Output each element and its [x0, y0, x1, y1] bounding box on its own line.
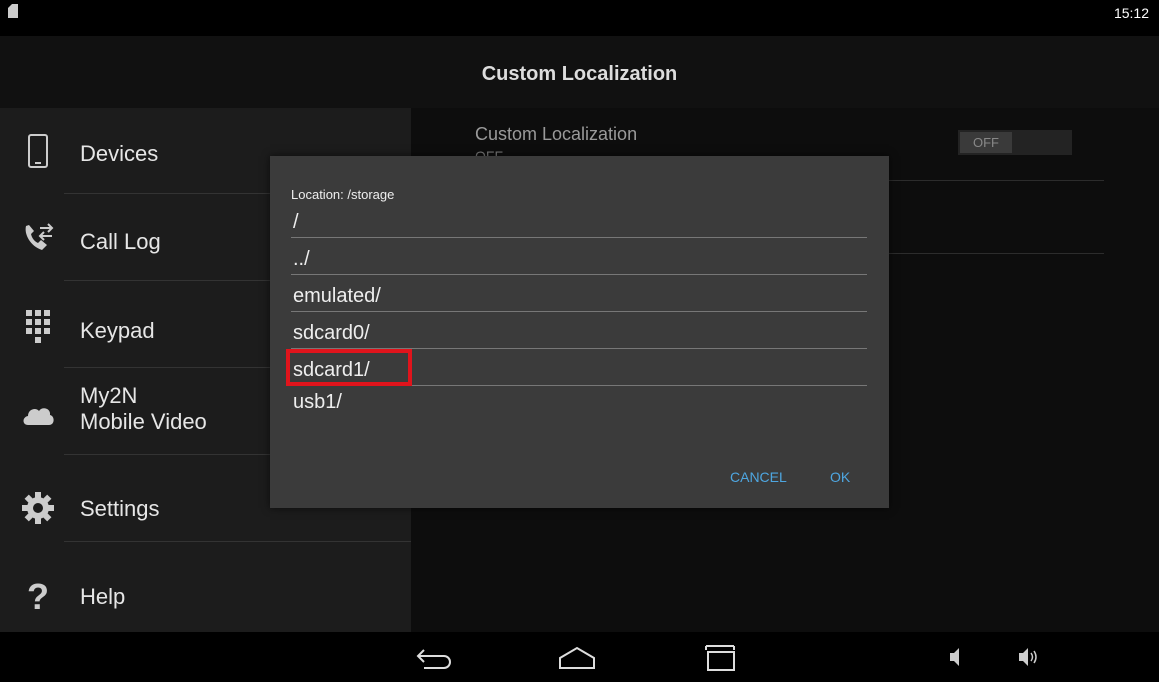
file-picker-dialog: Location: /storage / ../ emulated/ sdcar… — [270, 156, 889, 508]
toggle-knob: OFF — [960, 132, 1012, 153]
entry-label: usb1/ — [293, 391, 342, 413]
divider — [64, 541, 411, 542]
sidebar-item-label: Call Log — [80, 229, 161, 254]
call-log-icon — [25, 223, 54, 250]
page-title: Custom Localization — [481, 63, 678, 85]
back-icon[interactable] — [414, 640, 454, 674]
entry-label: ../ — [293, 248, 310, 270]
list-item[interactable]: sdcard0/ — [291, 312, 867, 349]
list-item[interactable]: usb1/ — [291, 386, 867, 421]
status-bar: 15:12 — [0, 0, 1159, 36]
entry-label: / — [293, 211, 299, 233]
svg-text:?: ? — [27, 577, 49, 613]
selection-highlight — [286, 349, 412, 386]
localization-toggle[interactable]: OFF — [958, 130, 1072, 155]
sidebar-item-label: Help — [80, 584, 126, 609]
list-item[interactable]: emulated/ — [291, 275, 867, 312]
entry-label: sdcard0/ — [293, 322, 370, 344]
recents-icon[interactable] — [702, 640, 742, 674]
title-bar: Custom Localization — [0, 36, 1159, 108]
home-icon[interactable] — [557, 640, 597, 674]
sidebar-item-label: Keypad — [80, 318, 155, 343]
gear-icon — [22, 492, 54, 524]
sidebar-item-label: Devices — [80, 141, 159, 166]
question-icon: ? — [27, 577, 49, 613]
volume-down-icon[interactable] — [946, 640, 966, 674]
sdcard-icon — [8, 4, 18, 18]
setting-title: Custom Localization — [475, 124, 638, 144]
sidebar-item-label: Settings — [80, 496, 160, 521]
clock: 15:12 — [1113, 5, 1149, 21]
list-item[interactable]: ../ — [291, 238, 867, 275]
volume-up-icon[interactable] — [1016, 640, 1042, 674]
sidebar-item-help[interactable]: ? Help — [0, 543, 411, 629]
location-label: Location: /storage — [291, 187, 395, 202]
keypad-icon — [26, 310, 50, 343]
cancel-button[interactable]: CANCEL — [730, 469, 787, 485]
entry-label: emulated/ — [293, 285, 381, 307]
sidebar-item-label-line2: Mobile Video — [80, 409, 207, 434]
phone-icon — [28, 134, 48, 168]
ok-button[interactable]: OK — [830, 469, 850, 485]
cloud-icon — [23, 408, 54, 425]
sidebar-item-label-line1: My2N — [80, 383, 138, 408]
navigation-bar — [0, 632, 1159, 682]
list-item[interactable]: / — [291, 201, 867, 238]
